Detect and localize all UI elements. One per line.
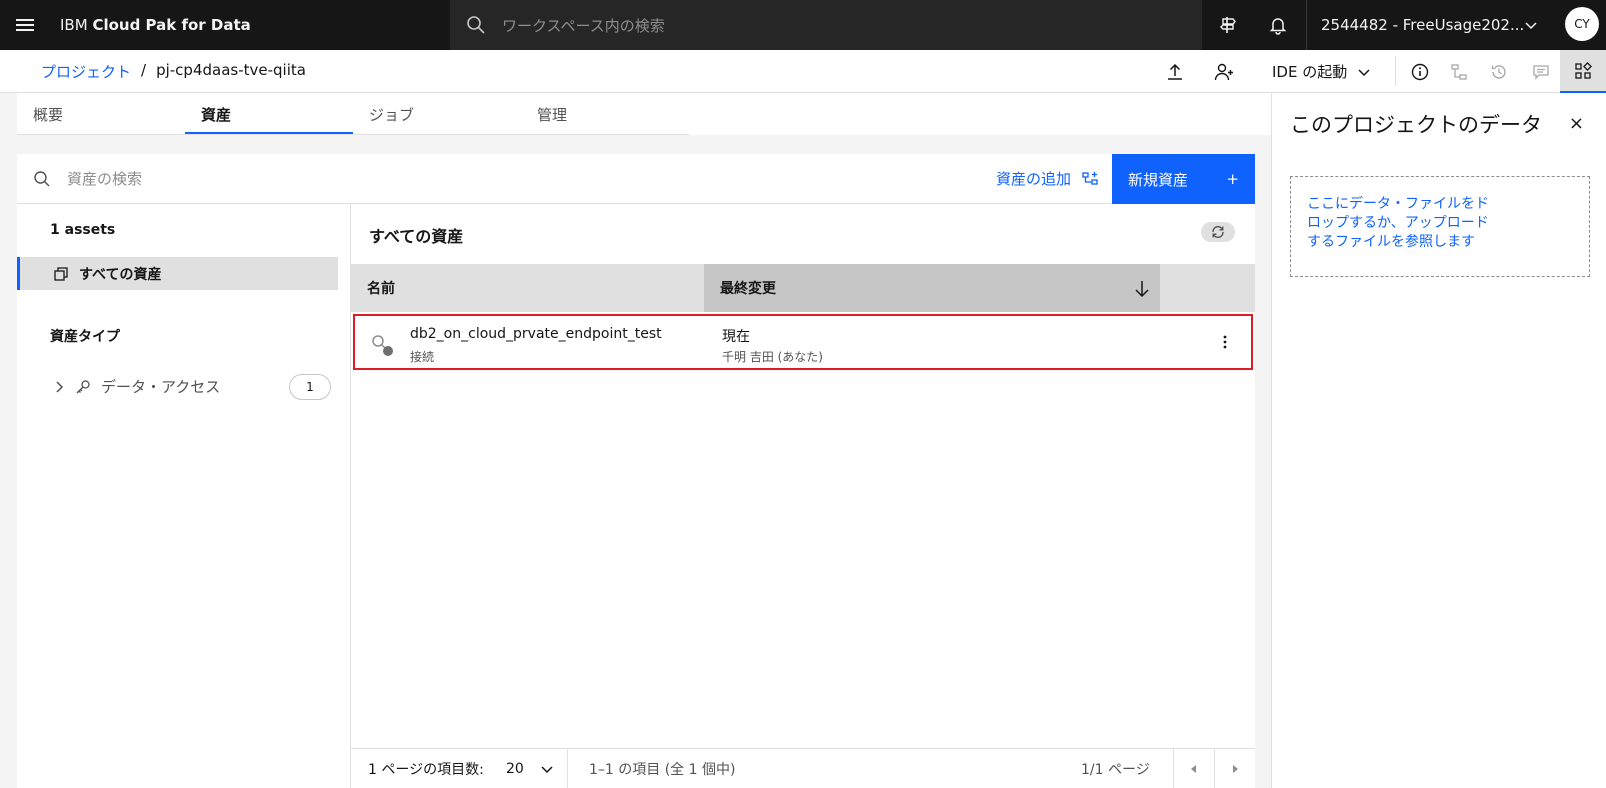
chevron-down-icon (1525, 22, 1537, 30)
tab-assets[interactable]: 資産 (185, 93, 353, 134)
column-header-last-modified[interactable]: 最終変更 (704, 264, 1160, 312)
column-header-label: 最終変更 (720, 281, 776, 297)
tab-overview[interactable]: 概要 (17, 93, 185, 134)
asset-list-panel: すべての資産 名前 最終変更 db2_on_cloud_prvate_endpo… (351, 204, 1255, 788)
items-per-page-value: 20 (506, 761, 524, 777)
asset-search-input[interactable]: 資産の検索 (33, 168, 142, 189)
breadcrumb-separator: / (141, 61, 147, 79)
launch-ide-dropdown[interactable]: IDE の起動 (1272, 61, 1371, 82)
count-badge: 1 (289, 374, 331, 400)
refresh-icon (1212, 225, 1224, 239)
asset-filter-sidebar: 1 assets すべての資産 資産タイプ データ・アクセス 1 (17, 204, 351, 788)
table-header: 名前 最終変更 (351, 264, 1255, 312)
tab-jobs[interactable]: ジョブ (353, 93, 521, 134)
asset-name-link[interactable]: db2_on_cloud_prvate_endpoint_test (410, 326, 662, 342)
last-modified-time: 現在 (722, 329, 750, 345)
breadcrumb-current-project: pj-cp4daas-tve-qiita (156, 61, 306, 79)
caret-left-icon (1191, 765, 1196, 773)
account-switcher[interactable]: 2544482 - FreeUsage202... (1306, 0, 1556, 50)
ide-label: IDE の起動 (1272, 63, 1348, 81)
tabs-background (689, 93, 1271, 135)
items-per-page-label: 1 ページの項目数: (368, 762, 484, 778)
file-dropzone[interactable]: ここにデータ・ファイルをドロップするか、アップロードするファイルを参照します (1290, 176, 1590, 277)
project-data-panel: このプロジェクトのデータ × ここにデータ・ファイルをドロップするか、アップロー… (1271, 93, 1606, 788)
dropzone-text: ここにデータ・ファイルをドロップするか、アップロードするファイルを参照します (1307, 196, 1489, 250)
history-icon[interactable] (1476, 50, 1522, 93)
add-collaborator-icon[interactable] (1201, 50, 1247, 93)
close-icon[interactable]: × (1569, 113, 1584, 134)
panel-title: このプロジェクトのデータ (1290, 113, 1542, 137)
user-avatar[interactable]: CY (1565, 7, 1599, 41)
table-row[interactable]: db2_on_cloud_prvate_endpoint_test 接続 現在 … (353, 314, 1253, 370)
search-placeholder: ワークスペース内の検索 (502, 16, 665, 35)
chevron-down-icon (1358, 68, 1370, 76)
previous-page-button[interactable] (1174, 749, 1214, 788)
plus-icon: + (1226, 170, 1239, 188)
page-title: すべての資産 (369, 227, 464, 246)
item-range: 1–1 の項目 (全 1 個中) (589, 762, 736, 778)
breadcrumb-projects-link[interactable]: プロジェクト (41, 61, 131, 82)
pager-divider (567, 749, 568, 788)
last-modified-user: 千明 吉田 (あなた) (722, 350, 823, 364)
items-per-page-select[interactable]: 20 (506, 749, 554, 788)
overflow-menu-icon[interactable] (1215, 332, 1235, 352)
sidebar-item-label: すべての資産 (79, 266, 162, 283)
chevron-right-icon[interactable] (53, 380, 65, 394)
project-header: プロジェクト / pj-cp4daas-tve-qiita IDE の起動 (0, 50, 1606, 93)
new-asset-button[interactable]: 新規資産 + (1112, 154, 1255, 204)
notification-bell-icon[interactable] (1253, 0, 1303, 50)
tab-manage[interactable]: 管理 (521, 93, 689, 134)
product-brand[interactable]: IBM Cloud Pak for Data (50, 16, 450, 34)
comment-icon[interactable] (1518, 50, 1564, 93)
key-icon (76, 379, 90, 393)
chevron-down-icon (541, 766, 553, 774)
pagination: 1 ページの項目数: 20 1–1 の項目 (全 1 個中) 1/1 ページ (351, 748, 1255, 788)
search-icon (467, 16, 485, 34)
asset-count: 1 assets (50, 222, 116, 238)
workspace-search-input[interactable]: ワークスペース内の検索 (450, 0, 1202, 50)
account-name: 2544482 - FreeUsage202... (1321, 16, 1525, 34)
project-tabs: 概要 資産 ジョブ 管理 (17, 93, 689, 135)
connection-icon (372, 335, 393, 356)
page-info: 1/1 ページ (1081, 762, 1150, 778)
toolbar-divider (1395, 56, 1396, 86)
breadcrumb: プロジェクト / pj-cp4daas-tve-qiita (41, 61, 306, 82)
search-icon (34, 170, 50, 186)
next-page-button[interactable] (1215, 749, 1255, 788)
refresh-button[interactable] (1201, 222, 1235, 242)
new-asset-label: 新規資産 (1128, 170, 1189, 189)
data-panel-toggle-icon[interactable] (1560, 50, 1606, 93)
arrow-down-icon (1135, 281, 1149, 298)
sidebar-item-data-access[interactable]: データ・アクセス 1 (53, 374, 331, 400)
sidebar-item-all-assets[interactable]: すべての資産 (17, 257, 338, 290)
column-header-name[interactable]: 名前 (351, 264, 704, 312)
upload-icon[interactable] (1152, 50, 1198, 93)
signpost-icon[interactable] (1203, 0, 1253, 50)
asset-type: 接続 (410, 350, 435, 364)
add-asset-button[interactable]: 資産の追加 (996, 168, 1099, 189)
brand-prefix: IBM (60, 16, 93, 34)
add-asset-label: 資産の追加 (996, 170, 1072, 188)
hamburger-menu-icon[interactable] (0, 0, 50, 50)
copy-icon (54, 266, 68, 281)
top-navigation-bar: IBM Cloud Pak for Data ワークスペース内の検索 25444… (0, 0, 1606, 50)
sidebar-item-label: データ・アクセス (101, 378, 221, 396)
add-to-project-icon (1082, 171, 1098, 185)
asset-search-placeholder: 資産の検索 (67, 170, 143, 188)
asset-type-heading: 資産タイプ (50, 329, 120, 345)
asset-toolbar: 資産の検索 資産の追加 新規資産 + (17, 154, 1255, 204)
brand-name: Cloud Pak for Data (92, 16, 251, 34)
caret-right-icon (1233, 765, 1238, 773)
